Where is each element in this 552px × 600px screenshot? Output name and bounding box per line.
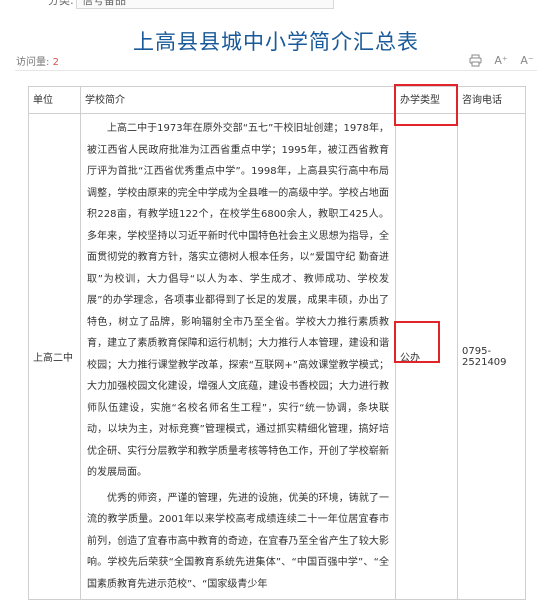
font-larger-icon[interactable]: A⁺ [494,53,508,67]
header-type: 办学类型 [395,86,458,114]
school-table: 单位 学校简介 办学类型 咨询电话 上高二中 上高二中于1973年在原外交部“五… [28,86,526,600]
visit-counter: 访问量: 2 [16,53,59,68]
cell-intro: 上高二中于1973年在原外交部“五七”干校旧址创建；1978年，被江西省人民政府… [80,113,396,600]
header-phone: 咨询电话 [457,86,526,114]
page-title: 上高县县城中小学简介汇总表 [133,30,419,54]
header-intro: 学校简介 [80,86,396,114]
breadcrumb-label: 分类: [48,0,74,7]
cell-unit: 上高二中 [28,113,81,600]
print-icon[interactable] [468,53,482,67]
breadcrumb-value: 信号备品 [82,0,126,7]
header-unit: 单位 [28,86,81,114]
divider [15,70,537,71]
breadcrumb: 分类: 信号备品 [0,0,552,10]
intro-paragraph: 上高二中于1973年在原外交部“五七”干校旧址创建；1978年，被江西省人民政府… [87,123,389,478]
toolbar: A⁺ A⁻ [468,53,534,67]
cell-type: 公办 [395,113,458,600]
visit-count: 2 [52,57,59,68]
table-header-row: 单位 学校简介 办学类型 咨询电话 [28,86,526,114]
intro-paragraph: 优秀的师资，严谨的管理，先进的设施，优美的环境，铸就了一流的教学质量。2001年… [87,492,389,590]
visit-label: 访问量: [16,57,50,68]
font-smaller-icon[interactable]: A⁻ [520,53,534,67]
cell-phone: 0795-2521409 [457,113,526,600]
table-row: 上高二中 上高二中于1973年在原外交部“五七”干校旧址创建；1978年，被江西… [28,113,526,600]
